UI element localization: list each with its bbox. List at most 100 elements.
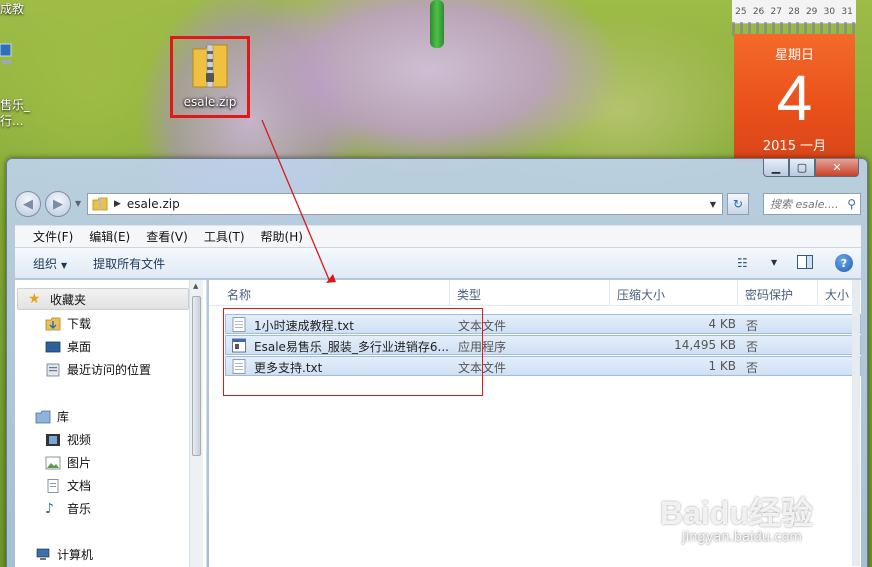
calendar-weekday: 星期日 [774,48,814,63]
address-dropdown-icon[interactable]: ▼ [704,194,722,214]
watermark-url: jingyan.baidu.com [682,530,802,545]
command-bar: 组织 ▼ 提取所有文件 ☷ ▼ ? [15,247,861,279]
column-header-type[interactable]: 类型 [457,286,481,303]
nav-item-libraries[interactable]: 库 [35,408,69,425]
refresh-button[interactable]: ↻ [727,193,749,215]
minimize-button[interactable]: ▁ [763,159,789,177]
nav-item-favorites[interactable]: ★ 收藏夹 [17,288,189,310]
column-header-compressed-size[interactable]: 压缩大小 [617,286,665,303]
file-compressed-size: 4 KB [708,317,736,331]
breadcrumb-path[interactable]: esale.zip [127,197,180,211]
column-header-name[interactable]: 名称 [227,286,251,303]
document-icon [47,478,59,493]
view-options-icon[interactable]: ☷ [737,256,748,270]
calendar-day-number: 4 [776,62,813,134]
help-icon[interactable]: ? [835,254,853,272]
watermark-brand: Baidu经验 [660,495,813,531]
organize-button[interactable]: 组织 ▼ [33,255,67,272]
close-button[interactable]: ✕ [815,159,859,177]
organize-label: 组织 [33,256,58,271]
desktop-icon-label-partial[interactable]: 售乐_ [0,96,30,113]
desktop-icon-label-partial[interactable]: 行... [0,112,23,129]
calendar-day: 30 [823,6,836,17]
window-controls: ▁ ▢ ✕ [763,159,859,179]
star-icon: ★ [28,291,41,307]
nav-pane-scrollbar[interactable]: ▲ [189,280,203,567]
nav-label: 视频 [67,433,92,447]
desktop-icon [45,341,61,352]
desktop-zip-label: esale.zip [183,95,237,109]
calendar-day: 25 [735,6,747,17]
nav-label: 音乐 [67,502,92,516]
desktop-icon-label-partial[interactable]: 成教 [0,0,24,17]
extract-all-button[interactable]: 提取所有文件 [93,255,165,272]
column-divider[interactable] [817,280,818,306]
maximize-button[interactable]: ▢ [789,159,815,177]
highlight-box [223,308,483,396]
nav-label: 图片 [67,456,92,470]
video-icon [46,433,60,446]
download-folder-icon [45,317,61,330]
search-icon[interactable]: ⚲ [847,197,856,211]
computer-icon [36,548,50,560]
address-bar-row: ◀ ▶ ▼ ▶ esale.zip ▼ ↻ 搜索 esale.... ⚲ [15,189,861,217]
nav-item-documents[interactable]: 文档 [45,477,91,494]
zip-folder-icon [92,197,108,211]
computer-icon[interactable] [0,42,12,68]
nav-item-downloads[interactable]: 下载 [45,315,91,332]
nav-label: 文档 [67,479,92,493]
scroll-up-icon[interactable]: ▲ [193,282,198,290]
desktop-zip-icon-highlight[interactable]: esale.zip [170,36,250,118]
search-input[interactable]: 搜索 esale.... ⚲ [763,193,861,215]
calendar-day: 31 [841,6,853,17]
calendar-day: 26 [752,6,765,17]
nav-item-music[interactable]: ♪ 音乐 [45,500,91,517]
column-divider[interactable] [449,280,450,306]
calendar-day: 29 [805,6,818,17]
file-pane-scrollbar[interactable] [852,280,860,566]
file-password-protected: 否 [746,319,759,333]
library-icon [35,410,51,423]
nav-label: 收藏夹 [50,292,87,307]
file-compressed-size: 1 KB [708,359,736,373]
menu-view[interactable]: 查看(V) [138,228,196,245]
menu-tools[interactable]: 工具(T) [196,228,253,245]
nav-item-computer[interactable]: 计算机 [35,546,93,563]
nav-item-videos[interactable]: 视频 [45,431,91,448]
column-header-password[interactable]: 密码保护 [745,286,793,303]
menu-bar: 文件(F) 编辑(E) 查看(V) 工具(T) 帮助(H) [15,225,861,247]
column-divider[interactable] [609,280,610,306]
chevron-down-icon[interactable]: ▼ [771,258,777,267]
calendar-month-year: 2015 一月 [762,139,827,154]
back-button[interactable]: ◀ [15,191,41,217]
file-password-protected: 否 [746,340,759,354]
calendar-day: 27 [770,6,782,17]
calendar-day: 28 [788,6,800,17]
column-header-size[interactable]: 大小 [825,286,849,303]
chevron-down-icon: ▼ [61,260,68,270]
nav-label: 计算机 [57,548,94,562]
nav-label: 最近访问的位置 [67,363,152,377]
address-bar[interactable]: ▶ esale.zip ▼ [87,193,723,215]
calendar-gadget[interactable]: 星期日 4 2015 一月 [734,34,855,162]
nav-item-desktop[interactable]: 桌面 [45,338,91,355]
menu-help[interactable]: 帮助(H) [253,228,311,245]
nav-label: 桌面 [67,340,92,354]
nav-label: 下载 [67,317,92,331]
menu-file[interactable]: 文件(F) [25,228,81,245]
forward-button[interactable]: ▶ [45,191,71,217]
file-compressed-size: 14,495 KB [674,338,736,352]
scroll-thumb[interactable] [192,296,201,456]
nav-item-recent-places[interactable]: 最近访问的位置 [45,361,151,378]
zip-folder-icon [192,44,228,88]
column-divider[interactable] [737,280,738,306]
recent-pages-dropdown-icon[interactable]: ▼ [75,199,81,208]
search-placeholder: 搜索 esale.... [770,198,839,211]
breadcrumb-chevron-icon[interactable]: ▶ [114,199,121,209]
nav-item-pictures[interactable]: 图片 [45,454,91,471]
back-arrow-icon: ◀ [23,196,33,212]
menu-edit[interactable]: 编辑(E) [81,228,138,245]
preview-pane-icon[interactable] [797,255,813,269]
file-password-protected: 否 [746,361,759,375]
forward-arrow-icon: ▶ [53,196,63,212]
